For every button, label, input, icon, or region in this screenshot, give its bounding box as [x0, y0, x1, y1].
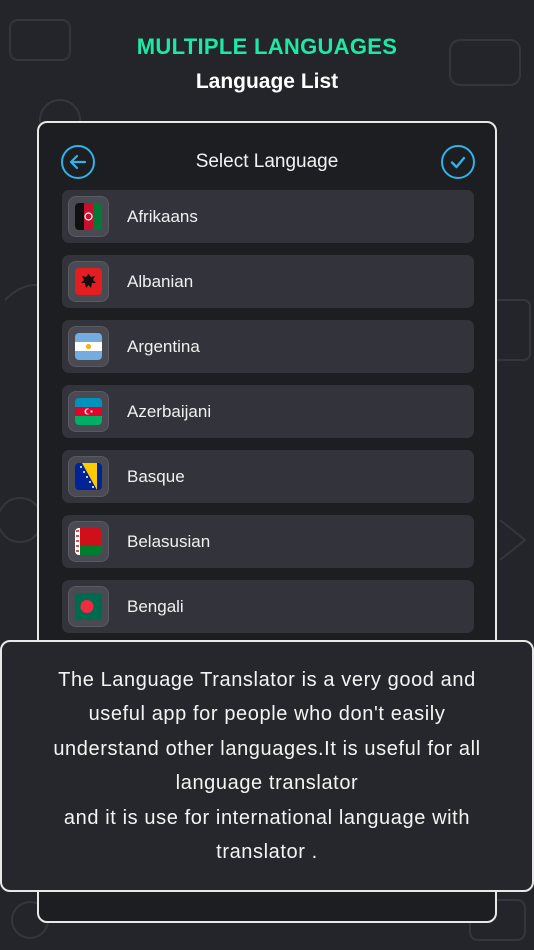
flag-frame	[68, 391, 109, 432]
flag-frame	[68, 586, 109, 627]
description-box: The Language Translator is a very good a…	[0, 640, 534, 892]
subheadline: Language List	[195, 70, 339, 93]
language-item-argentina[interactable]: Argentina	[62, 320, 474, 373]
language-label: Bengali	[127, 596, 184, 616]
language-item-azerbaijani[interactable]: Azerbaijani	[62, 385, 474, 438]
albania-flag-icon	[75, 268, 102, 295]
language-list: Afrikaans Albanian Argentina Azerbaijani…	[62, 190, 474, 645]
argentina-flag-icon	[75, 333, 102, 360]
done-button[interactable]	[441, 145, 475, 179]
card-header: Select Language	[39, 141, 495, 183]
flag-frame	[68, 261, 109, 302]
language-item-belarusian[interactable]: Belasusian	[62, 515, 474, 568]
language-item-basque[interactable]: Basque	[62, 450, 474, 503]
language-item-albanian[interactable]: Albanian	[62, 255, 474, 308]
language-label: Argentina	[127, 336, 200, 356]
flag-frame	[68, 456, 109, 497]
flag-frame	[68, 196, 109, 237]
belarus-flag-icon	[75, 528, 102, 555]
language-item-afrikaans[interactable]: Afrikaans	[62, 190, 474, 243]
language-label: Afrikaans	[127, 206, 198, 226]
bosnia-flag-icon	[75, 463, 102, 490]
headline: MULTIPLE LANGUAGES	[136, 34, 398, 59]
language-label: Basque	[127, 466, 185, 486]
description-text: The Language Translator is a very good a…	[53, 668, 481, 864]
flag-frame	[68, 326, 109, 367]
check-icon	[450, 156, 466, 169]
azerbaijan-flag-icon	[75, 398, 102, 425]
afghanistan-flag-icon	[75, 203, 102, 230]
card-title: Select Language	[195, 151, 339, 172]
bangladesh-flag-icon	[75, 593, 102, 620]
language-item-bengali[interactable]: Bengali	[62, 580, 474, 633]
language-label: Albanian	[127, 271, 194, 291]
language-label: Azerbaijani	[127, 401, 212, 421]
language-label: Belasusian	[127, 531, 211, 551]
flag-frame	[68, 521, 109, 562]
